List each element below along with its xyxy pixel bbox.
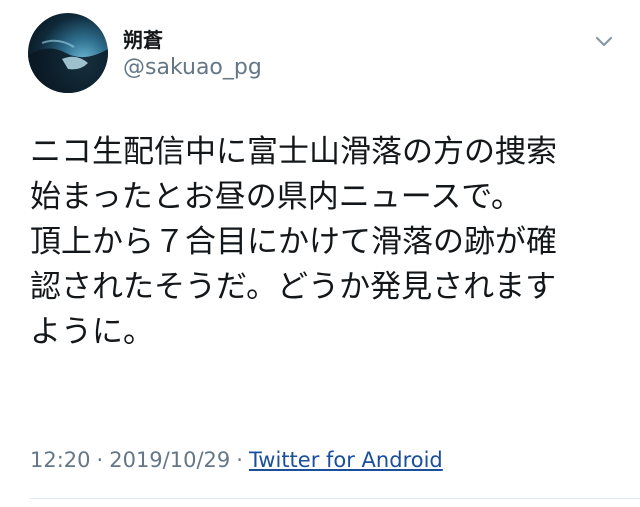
tweet-card: 朔蒼 @sakuao_pg ニコ生配信中に富士山滑落の方の捜索 始まったとお昼の… — [0, 0, 640, 507]
divider — [30, 498, 640, 499]
avatar-image — [28, 39, 108, 93]
user-handle[interactable]: @sakuao_pg — [123, 55, 262, 80]
tweet-text-line: 認されたそうだ。どうか発見されます — [30, 269, 557, 305]
meta-separator: · — [236, 448, 243, 472]
tweet-date[interactable]: 2019/10/29 — [109, 448, 230, 472]
chevron-down-icon[interactable] — [592, 30, 616, 54]
tweet-time[interactable]: 12:20 — [30, 448, 91, 472]
tweet-text: ニコ生配信中に富士山滑落の方の捜索 始まったとお昼の県内ニュースで。 頂上から７… — [30, 130, 625, 355]
avatar[interactable] — [28, 13, 108, 93]
tweet-text-line: ように。 — [30, 314, 154, 350]
display-name[interactable]: 朔蒼 — [123, 24, 163, 53]
source-link[interactable]: Twitter for Android — [249, 448, 443, 472]
tweet-text-line: 始まったとお昼の県内ニュースで。 — [30, 179, 522, 215]
meta-separator: · — [96, 448, 104, 472]
tweet-text-line: ニコ生配信中に富士山滑落の方の捜索 — [30, 134, 557, 170]
tweet-meta: 12:20 · 2019/10/29 · Twitter for Android — [30, 448, 443, 472]
tweet-text-line: 頂上から７合目にかけて滑落の跡が確 — [30, 224, 557, 260]
